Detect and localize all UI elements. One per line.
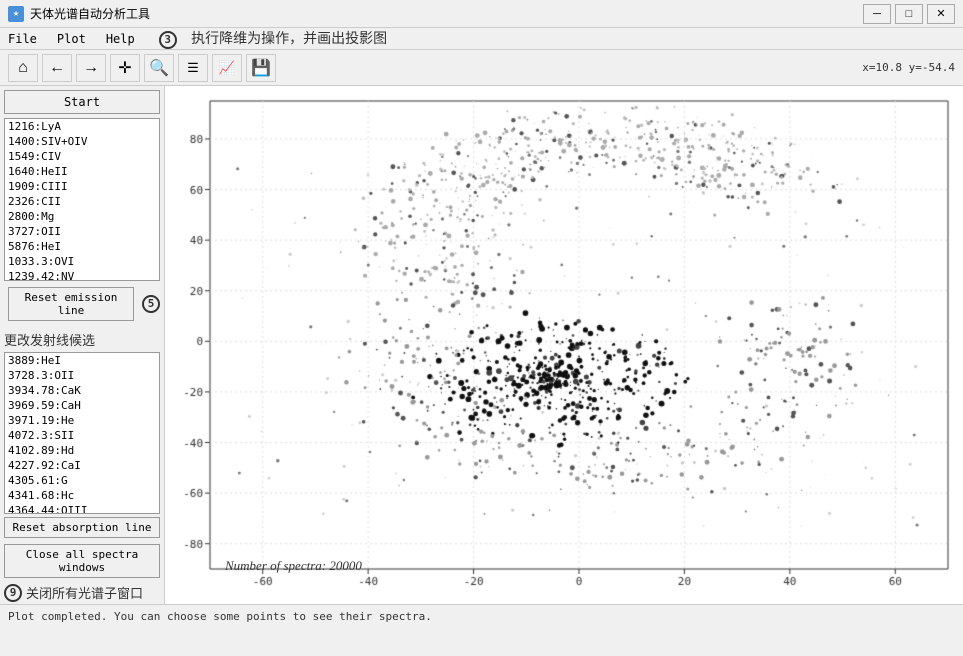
- title-bar-left: ★ 天体光谱自动分析工具: [8, 5, 150, 22]
- instruction3-badge-inline: 3 执行降维为操作，并画出投影图: [159, 28, 387, 49]
- emission-line-item[interactable]: 1033.3:OVI: [5, 254, 159, 269]
- emission-line-item[interactable]: 1400:SIV+OIV: [5, 134, 159, 149]
- close-button[interactable]: ✕: [927, 4, 955, 24]
- title-bar-controls: ─ □ ✕: [863, 4, 955, 24]
- main-content: Start 1216:LyA1400:SIV+OIV1549:CIV1640:H…: [0, 86, 963, 604]
- forward-button[interactable]: →: [76, 54, 106, 82]
- emission-line-item[interactable]: 1640:HeII: [5, 164, 159, 179]
- home-button[interactable]: ⌂: [8, 54, 38, 82]
- emission-line-item[interactable]: 5876:HeI: [5, 239, 159, 254]
- toolbar: ⌂ ← → ✛ 🔍 ☰ 📈 💾 x=10.8 y=-54.4: [0, 50, 963, 86]
- emission-line-item[interactable]: 1216:LyA: [5, 119, 159, 134]
- absorption-line-item[interactable]: 4227.92:CaI: [5, 458, 159, 473]
- emission-listbox[interactable]: 1216:LyA1400:SIV+OIV1549:CIV1640:HeII190…: [4, 118, 160, 281]
- start-button[interactable]: Start: [4, 90, 160, 114]
- step9-badge: 9: [4, 584, 22, 602]
- maximize-button[interactable]: □: [895, 4, 923, 24]
- emission-line-item[interactable]: 1549:CIV: [5, 149, 159, 164]
- status-text: Plot completed. You can choose some poin…: [8, 610, 432, 623]
- absorption-line-item[interactable]: 4341.68:Hc: [5, 488, 159, 503]
- emission-line-item[interactable]: 3727:OII: [5, 224, 159, 239]
- chart-button[interactable]: 📈: [212, 54, 242, 82]
- absorption-line-item[interactable]: 4072.3:SII: [5, 428, 159, 443]
- spectra-count: Number of spectra: 20000: [225, 558, 362, 574]
- step5-badge: 5: [142, 295, 160, 313]
- absorption-line-item[interactable]: 3889:HeI: [5, 353, 159, 368]
- title-bar: ★ 天体光谱自动分析工具 ─ □ ✕: [0, 0, 963, 28]
- absorption-line-item[interactable]: 3971.19:He: [5, 413, 159, 428]
- reset-absorption-button[interactable]: Reset absorption line: [4, 517, 160, 538]
- instruction5-label: 更改发射线候选: [0, 327, 164, 352]
- reset-emission-button[interactable]: Reset emission line: [8, 287, 134, 321]
- back-button[interactable]: ←: [42, 54, 72, 82]
- emission-line-item[interactable]: 1239.42:NV: [5, 269, 159, 281]
- close-all-button[interactable]: Close all spectra windows: [4, 544, 160, 578]
- configure-button[interactable]: ☰: [178, 54, 208, 82]
- emission-line-item[interactable]: 2326:CII: [5, 194, 159, 209]
- menu-bar: File Plot Help 3 执行降维为操作，并画出投影图: [0, 28, 963, 50]
- pan-button[interactable]: ✛: [110, 54, 140, 82]
- emission-section: Reset emission line 5: [0, 281, 164, 327]
- absorption-line-item[interactable]: 3728.3:OII: [5, 368, 159, 383]
- left-panel: Start 1216:LyA1400:SIV+OIV1549:CIV1640:H…: [0, 86, 165, 604]
- plot-area[interactable]: Number of spectra: 20000: [165, 86, 963, 604]
- absorption-line-item[interactable]: 4364.44:OIII: [5, 503, 159, 515]
- close-instruction: 9 关闭所有光谱子窗口: [0, 581, 164, 604]
- minimize-button[interactable]: ─: [863, 4, 891, 24]
- absorption-line-item[interactable]: 4102.89:Hd: [5, 443, 159, 458]
- save-button[interactable]: 💾: [246, 54, 276, 82]
- instruction5-text: 更改发射线候选: [4, 330, 95, 349]
- window-title: 天体光谱自动分析工具: [30, 5, 150, 22]
- absorption-line-item[interactable]: 3934.78:CaK: [5, 383, 159, 398]
- menu-help[interactable]: Help: [102, 30, 139, 48]
- zoom-button[interactable]: 🔍: [144, 54, 174, 82]
- absorption-listbox[interactable]: 3889:HeI3728.3:OII3934.78:CaK3969.59:CaH…: [4, 352, 160, 515]
- step3-badge: 3: [159, 31, 177, 49]
- emission-line-item[interactable]: 2800:Mg: [5, 209, 159, 224]
- coord-display: x=10.8 y=-54.4: [862, 61, 955, 74]
- app-icon: ★: [8, 6, 24, 22]
- emission-line-item[interactable]: 1909:CIII: [5, 179, 159, 194]
- menu-plot[interactable]: Plot: [53, 30, 90, 48]
- absorption-line-item[interactable]: 4305.61:G: [5, 473, 159, 488]
- absorption-line-item[interactable]: 3969.59:CaH: [5, 398, 159, 413]
- scatter-plot[interactable]: [165, 86, 963, 604]
- instruction9-text: 关闭所有光谱子窗口: [26, 583, 143, 602]
- instruction3-text: 执行降维为操作，并画出投影图: [191, 31, 387, 47]
- menu-file[interactable]: File: [4, 30, 41, 48]
- status-bar: Plot completed. You can choose some poin…: [0, 604, 963, 628]
